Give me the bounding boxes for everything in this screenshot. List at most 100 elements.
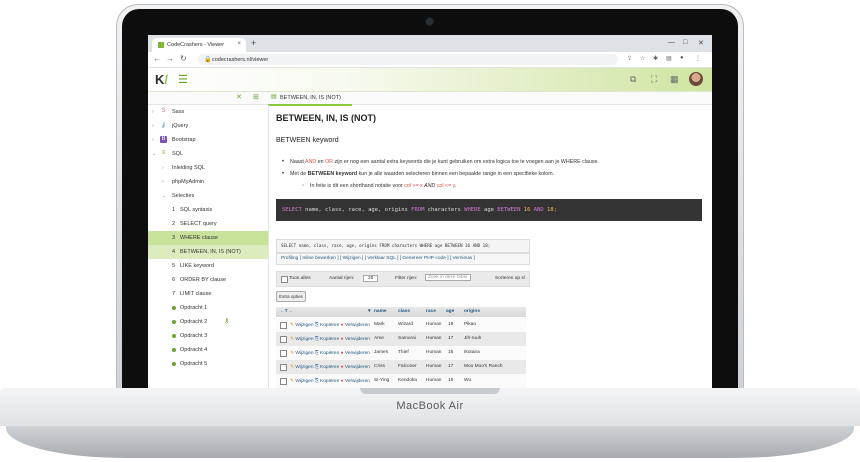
new-tab-button[interactable]: + [251, 38, 256, 48]
lesson-number: 7 [172, 291, 176, 297]
lesson-label: SQL syntaxis [180, 207, 213, 213]
menu-toggle-icon[interactable]: ☰ [178, 73, 188, 86]
browser-tab[interactable]: CodeCrashers - Viewer × [152, 38, 246, 52]
assignment-label: Opdracht 3 [180, 333, 208, 339]
sidebar-item-bootstrap[interactable]: › B Bootstrap [148, 133, 268, 147]
avatar[interactable] [689, 72, 703, 86]
bullet-item: • Naast AND en OR zijn er nog een aantal… [282, 159, 599, 165]
code-text: name, class, race, age, origins [301, 207, 412, 213]
sidebar-lesson[interactable]: 2 SELECT query [148, 217, 268, 231]
extensions-icon[interactable]: ✱ [653, 55, 658, 62]
cell-class: Wizard [398, 322, 413, 327]
bullet-icon: ◦ [302, 183, 305, 189]
text: . [454, 183, 457, 189]
table-row: ✎ Wijzigen ⎘ Kopiëren ● Verwijderen Mark… [276, 318, 526, 332]
row-actions: ✎ Wijzigen ⎘ Kopiëren ● Verwijderen [290, 379, 370, 384]
code-keyword: FROM [411, 207, 425, 213]
collapse-icon[interactable]: ✕ [236, 93, 242, 101]
minimize-icon[interactable]: — [668, 39, 675, 46]
show-all-checkbox [281, 276, 288, 283]
cell-origins: Moo Moo's Ranch [464, 364, 503, 369]
text: kun je alle waarden selecteren binnen ee… [357, 171, 555, 177]
sidebar-lesson[interactable]: 5 LIKE keyword [148, 259, 268, 273]
sidebar-item-sql[interactable]: ⌄ ≡ SQL [148, 147, 268, 161]
bullet-icon [172, 348, 176, 352]
sidebar-item-sass[interactable]: › S Sass [148, 105, 268, 119]
cell-age: 16 [448, 350, 454, 355]
chevron-right-icon: › [162, 165, 164, 171]
sass-icon: S [161, 108, 166, 114]
lesson-number: 3 [172, 235, 176, 241]
sidebar: › S Sass › ʝ jQuery › B Bootstrap ⌄ ≡ SQ… [148, 105, 269, 388]
cell-origins: Wu [464, 378, 472, 383]
assignment-label: Opdracht 2 [180, 319, 208, 325]
row-actions: ✎ Wijzigen ⎘ Kopiëren ● Verwijderen [290, 365, 370, 370]
rows-label: Aantal rijen: [329, 276, 355, 281]
close-tab-icon[interactable]: × [237, 41, 241, 47]
lesson-label: BETWEEN, IN, IS (NOT) [180, 249, 241, 255]
sidebar-lesson[interactable]: 1 SQL syntaxis [148, 203, 268, 217]
sidebar-assignment[interactable]: Opdracht 4 [148, 343, 268, 357]
cell-race: Human [426, 336, 442, 341]
close-window-icon[interactable]: ✕ [698, 39, 704, 47]
bootstrap-icon: B [160, 136, 167, 143]
sidebar-assignment[interactable]: Opdracht 1 [148, 301, 268, 315]
sidebar-lesson[interactable]: 7 LIMIT clause [148, 287, 268, 301]
show-all-label: Toon alles [289, 276, 311, 281]
code-text: characters [424, 207, 465, 213]
sidebar-item-jquery[interactable]: › ʝ jQuery [148, 119, 268, 133]
bullet-item: • Met de BETWEEN keyword kun je alle waa… [282, 171, 555, 177]
cell-age: 17 [448, 336, 454, 341]
copy-icon[interactable]: ⧉ [630, 74, 636, 85]
lesson-number: 4 [172, 249, 176, 255]
sidebar-item-label: jQuery [172, 123, 189, 129]
assignment-label: Opdracht 1 [180, 305, 208, 311]
lesson-label: WHERE clause [180, 235, 218, 241]
lock-icon: 🔒 [204, 57, 212, 63]
document-tab-label: BETWEEN, IN, IS (NOT) [280, 95, 341, 101]
forward-icon[interactable]: → [166, 54, 174, 63]
sidebar-item-label: phpMyAdmin [172, 179, 205, 185]
code-number: 16 [520, 207, 534, 213]
lesson-label: LIKE keyword [180, 263, 214, 269]
sidebar-panel-icon[interactable]: ▤ [666, 55, 672, 62]
sidebar-item-inleiding-sql[interactable]: › Inleiding SQL [148, 161, 268, 175]
dashboard-icon[interactable]: ▦ [670, 74, 679, 85]
cell-name: James [374, 350, 389, 355]
reload-icon[interactable]: ↻ [180, 54, 187, 63]
share-icon[interactable]: ⇪ [627, 55, 632, 62]
sidebar-lesson[interactable]: 3 WHERE clause [148, 231, 268, 245]
lesson-number: 6 [172, 277, 176, 283]
sidebar-item-label: Bootstrap [172, 137, 196, 143]
sidebar-item-selecties[interactable]: ⌄ Selecties [148, 189, 268, 203]
sidebar-assignment[interactable]: Opdracht 5 [148, 357, 268, 371]
cell-name: Criss [374, 364, 385, 369]
column-header: class [398, 309, 411, 314]
address-bar[interactable]: 🔒 codecrashers.nl/viewer [198, 54, 618, 65]
document-icon: ▤ [271, 94, 277, 100]
sidebar-assignment[interactable]: Opdracht 2 ⚷ [148, 315, 268, 329]
maximize-icon[interactable]: □ [683, 39, 687, 46]
lesson-label: LIMIT clause [180, 291, 212, 297]
text: In feite is dit een shorthand notatie vo… [310, 183, 405, 189]
back-icon[interactable]: ← [153, 54, 161, 63]
browser-menu-icon[interactable]: ⋮ [695, 55, 701, 62]
column-arrows-icon: ←T→ [280, 309, 293, 314]
jquery-icon: ʝ [162, 122, 165, 128]
profile-icon[interactable]: ● [680, 55, 684, 61]
codecrashers-logo-icon[interactable]: K/ [155, 72, 169, 87]
row-actions: ✎ Wijzigen ⎘ Kopiëren ● Verwijderen [290, 323, 370, 328]
bookmark-star-icon[interactable]: ☆ [640, 55, 645, 62]
document-tab[interactable]: ▤ BETWEEN, IN, IS (NOT) [268, 92, 352, 106]
sidebar-assignment[interactable]: Opdracht 3 [148, 329, 268, 343]
sidebar-lesson[interactable]: 6 ORDER BY clause [148, 273, 268, 287]
text: zijn er nog een aantal extra keywords di… [333, 159, 599, 165]
sidebar-lesson-active[interactable]: 4 BETWEEN, IN, IS (NOT) [148, 245, 268, 259]
row-checkbox [280, 336, 287, 343]
sidebar-item-label: Inleiding SQL [172, 165, 206, 171]
sidebar-item-phpmyadmin[interactable]: › phpMyAdmin [148, 175, 268, 189]
fullscreen-icon[interactable]: ⛶ [651, 74, 657, 85]
tree-icon[interactable]: ⊞ [253, 93, 259, 101]
table-options: Toon alles Aantal rijen: 25 Filter rijen… [276, 271, 530, 287]
section-heading: BETWEEN keyword [276, 137, 339, 144]
